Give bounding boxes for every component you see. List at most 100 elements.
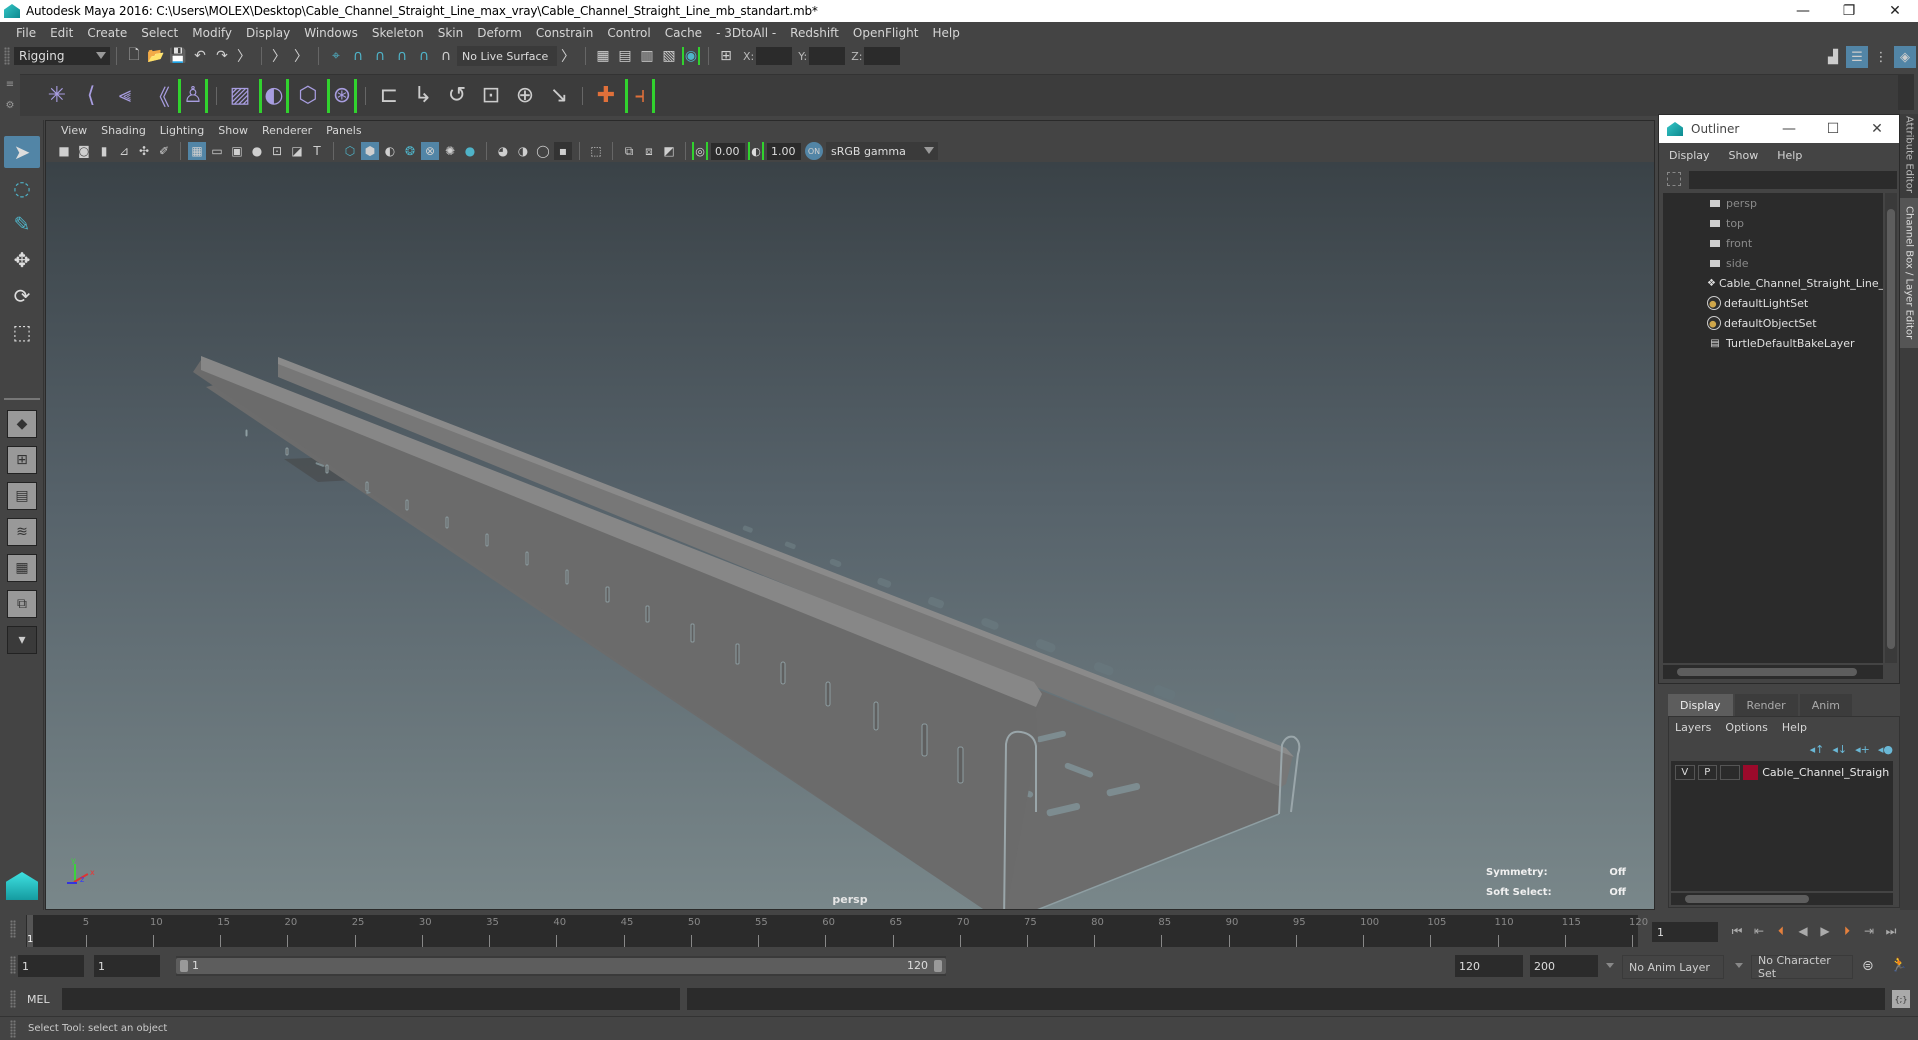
joint-tool-icon[interactable]: ✳: [42, 79, 72, 113]
rotate-tool-icon[interactable]: ⟳: [4, 280, 40, 312]
tool-settings-toggle-icon[interactable]: ⋮: [1870, 46, 1892, 68]
z-field[interactable]: [864, 47, 901, 65]
snap-live-icon[interactable]: ∩: [415, 47, 433, 65]
vp-menu-panels[interactable]: Panels: [319, 124, 368, 137]
snap-grid-icon[interactable]: ⌖: [327, 47, 345, 65]
move-layer-up-icon[interactable]: ◂↑: [1810, 743, 1825, 756]
snap-together-icon[interactable]: ∩: [437, 47, 455, 65]
shelf-settings-icon[interactable]: ⚙: [6, 100, 15, 111]
menu-skin[interactable]: Skin: [431, 26, 471, 40]
2d-pan-zoom-icon[interactable]: ✣: [135, 142, 153, 160]
color-management-toggle-icon[interactable]: ON: [805, 142, 823, 160]
close-button[interactable]: ✕: [1872, 0, 1918, 22]
layer-display-type-toggle[interactable]: [1720, 765, 1740, 780]
animation-end-field[interactable]: 200: [1530, 955, 1598, 977]
smooth-shade-icon[interactable]: ⬢: [361, 142, 379, 160]
exposure-icon[interactable]: ◎: [692, 142, 708, 160]
step-back-key-icon[interactable]: ⇤: [1748, 924, 1770, 939]
snap-point-icon[interactable]: ∩: [371, 47, 389, 65]
outliner-menu-show[interactable]: Show: [1727, 149, 1766, 162]
outliner-persp-layout-icon[interactable]: ▤: [7, 482, 37, 510]
grid-icon[interactable]: ▦: [188, 142, 206, 160]
move-layer-down-icon[interactable]: ◂↓: [1832, 743, 1847, 756]
playback-start-field[interactable]: 1: [94, 955, 160, 977]
outliner-vertical-scrollbar[interactable]: [1885, 193, 1897, 663]
render-view-icon[interactable]: ▦: [594, 47, 612, 65]
layer-color-swatch[interactable]: [1742, 765, 1759, 780]
menu-select[interactable]: Select: [134, 26, 185, 40]
pole-vector-icon[interactable]: ↘: [544, 79, 574, 113]
layer-menu-help[interactable]: Help: [1782, 721, 1807, 734]
shelf-menu-icon[interactable]: ≡: [6, 79, 14, 90]
persp-viewport[interactable]: y x z persp Symmetry: Off Soft Select: O…: [46, 162, 1654, 909]
gamma-icon[interactable]: ◐: [748, 142, 764, 160]
use-all-lights-icon[interactable]: ✺: [441, 142, 459, 160]
layer-playback-toggle[interactable]: P: [1697, 765, 1718, 780]
menu-modify[interactable]: Modify: [185, 26, 239, 40]
scrollbar-thumb[interactable]: [1677, 668, 1857, 676]
save-scene-icon[interactable]: 💾: [169, 47, 187, 65]
script-editor-icon[interactable]: {;}: [1892, 990, 1910, 1008]
outliner-menu-help[interactable]: Help: [1775, 149, 1809, 162]
anti-aliasing-icon[interactable]: ◯: [534, 142, 552, 160]
xray-joints-icon[interactable]: ⧈: [640, 142, 658, 160]
layer-menu-options[interactable]: Options: [1725, 721, 1767, 734]
filter-icon[interactable]: [1667, 172, 1681, 186]
persp-graph-layout-icon[interactable]: ≋: [7, 518, 37, 546]
play-backwards-icon[interactable]: ◀: [1792, 924, 1814, 939]
outliner-item-default-light-set[interactable]: defaultLightSet: [1663, 293, 1883, 313]
xray-icon[interactable]: ⧉: [620, 142, 638, 160]
xray-components-icon[interactable]: ◩: [660, 142, 678, 160]
minimize-button[interactable]: —: [1780, 0, 1826, 22]
menu-windows[interactable]: Windows: [297, 26, 365, 40]
move-tool-icon[interactable]: ✥: [4, 244, 40, 276]
safe-action-icon[interactable]: ◪: [288, 142, 306, 160]
mel-input[interactable]: [62, 988, 680, 1010]
grip-handle[interactable]: [4, 47, 10, 65]
collapse-icon[interactable]: 〉: [292, 47, 310, 65]
step-back-frame-icon[interactable]: ⏴: [1770, 924, 1792, 939]
menu-redshift[interactable]: Redshift: [783, 26, 846, 40]
channel-box-toggle-icon[interactable]: ◈: [1894, 46, 1916, 68]
live-surface-field[interactable]: No Live Surface: [457, 46, 557, 66]
tab-anim[interactable]: Anim: [1799, 694, 1852, 716]
outliner-item-cable-channel[interactable]: ❖ Cable_Channel_Straight_Line_nc: [1663, 273, 1883, 293]
modeling-toolkit-icon[interactable]: ▟: [1822, 46, 1844, 68]
menu-create[interactable]: Create: [80, 26, 134, 40]
view-transform-dropdown[interactable]: sRGB gamma: [826, 142, 938, 160]
lattice-icon[interactable]: ⬡: [293, 79, 323, 113]
gamma-field[interactable]: 1.00: [767, 142, 801, 160]
image-plane-icon[interactable]: ⊿: [115, 142, 133, 160]
playback-end-field[interactable]: 120: [1455, 955, 1523, 977]
collapse-icon[interactable]: 〉: [270, 47, 288, 65]
snap-curve-icon[interactable]: ∩: [349, 47, 367, 65]
menu-file[interactable]: File: [9, 26, 43, 40]
render-current-icon[interactable]: ▤: [616, 47, 634, 65]
animation-start-field[interactable]: 1: [18, 955, 84, 977]
scale-tool-icon[interactable]: ⬚: [4, 316, 40, 348]
single-pane-layout-icon[interactable]: ◆: [7, 410, 37, 438]
grip-handle[interactable]: [10, 990, 16, 1008]
scale-constraint-icon[interactable]: ⊡: [476, 79, 506, 113]
undo-icon[interactable]: ↶: [191, 47, 209, 65]
textured-icon[interactable]: ⊗: [421, 142, 439, 160]
vp-menu-shading[interactable]: Shading: [94, 124, 153, 137]
range-start-handle[interactable]: [180, 960, 188, 972]
render-settings-icon[interactable]: ▧: [660, 47, 678, 65]
set-driven-key-icon[interactable]: ⫞: [625, 78, 655, 113]
restore-button[interactable]: ❐: [1826, 0, 1872, 22]
outliner-menu-display[interactable]: Display: [1667, 149, 1717, 162]
menu-control[interactable]: Control: [600, 26, 657, 40]
cluster-icon[interactable]: ⊛: [327, 78, 357, 113]
screen-space-ao-icon[interactable]: ◕: [494, 142, 512, 160]
collapse-icon[interactable]: 〉: [235, 47, 253, 65]
tab-render[interactable]: Render: [1734, 694, 1798, 716]
menu-display[interactable]: Display: [239, 26, 297, 40]
go-to-end-icon[interactable]: ⏭: [1880, 924, 1902, 939]
vp-menu-show[interactable]: Show: [211, 124, 255, 137]
field-chart-icon[interactable]: ⊡: [268, 142, 286, 160]
persp-outliner-graph-layout-icon[interactable]: ⧉: [7, 590, 37, 618]
grease-pencil-icon[interactable]: ✐: [155, 142, 173, 160]
y-field[interactable]: [809, 47, 846, 65]
motion-blur-icon[interactable]: ◑: [514, 142, 532, 160]
